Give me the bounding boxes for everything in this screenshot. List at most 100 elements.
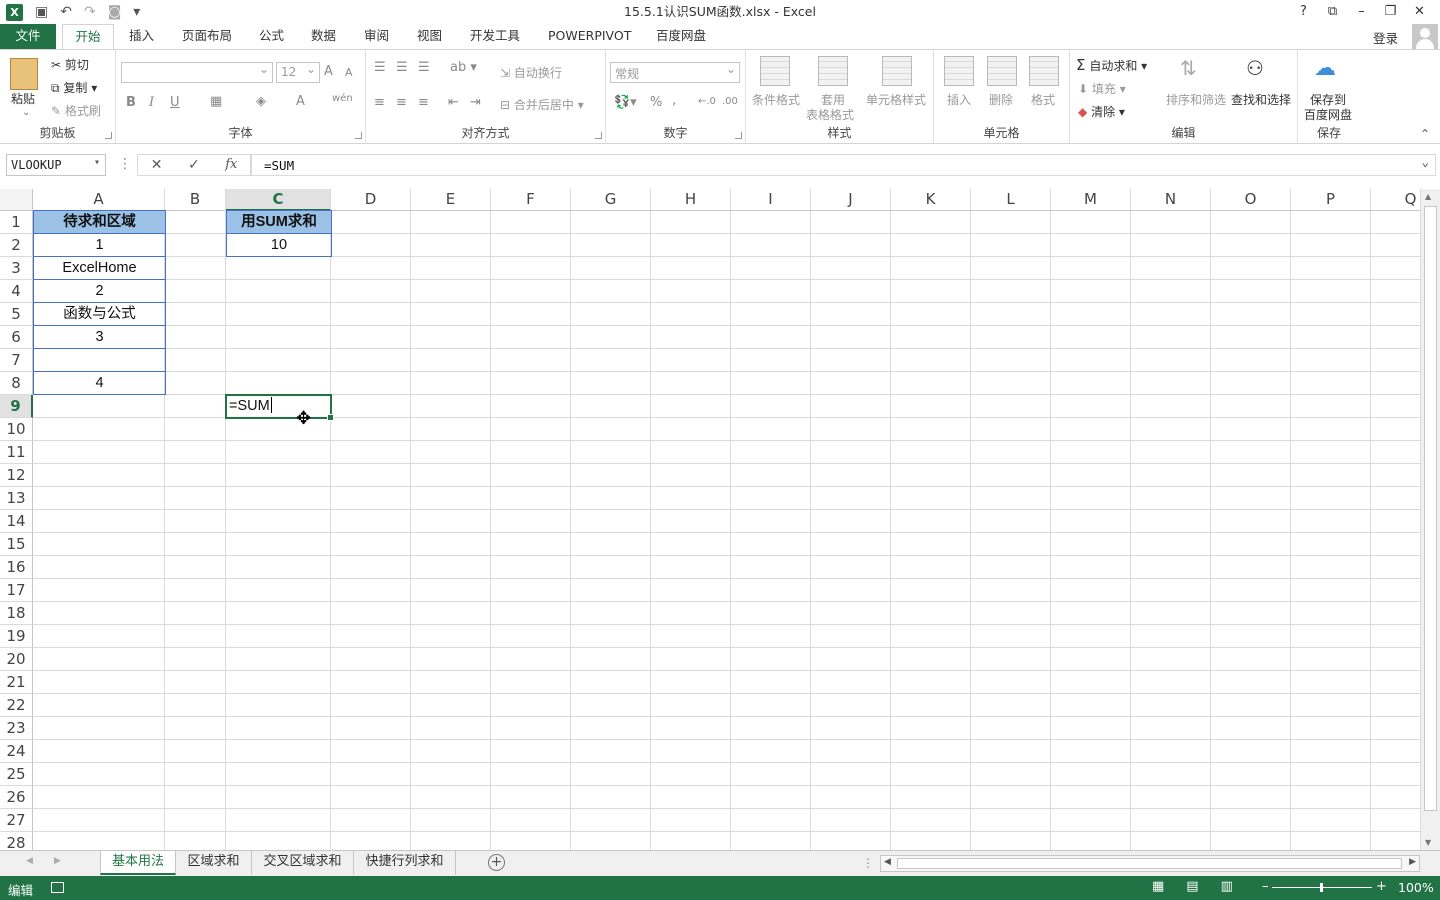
row-header-5[interactable]: 5 [0, 303, 33, 326]
tab-review[interactable]: 审阅 [364, 24, 389, 49]
minimize-icon[interactable]: – [1347, 0, 1376, 24]
paste-icon[interactable] [10, 58, 38, 90]
clear-button[interactable]: ◆ 清除 ▾ [1078, 103, 1125, 120]
sheet-tab-basic-usage[interactable]: 基本用法 [100, 851, 176, 875]
align-center-icon[interactable]: ≡ [396, 95, 407, 110]
camera-icon[interactable]: ◙ [108, 4, 122, 20]
row-header-21[interactable]: 21 [0, 671, 33, 694]
sheet-tab-quick-sum[interactable]: 快捷行列求和 [354, 851, 456, 875]
baidu-cloud-icon[interactable]: ☁ [1314, 56, 1344, 86]
font-name-combo[interactable] [121, 62, 273, 83]
font-size-combo[interactable]: 12 [276, 62, 320, 83]
italic-button[interactable]: I [149, 95, 154, 110]
tab-page-layout[interactable]: 页面布局 [182, 24, 232, 49]
row-header-15[interactable]: 15 [0, 533, 33, 556]
enter-icon[interactable]: ✓ [175, 155, 212, 175]
scroll-down-icon[interactable]: ▼ [1425, 838, 1431, 847]
underline-button[interactable]: U [170, 95, 180, 110]
column-header-o[interactable]: O [1211, 189, 1291, 211]
dialog-launcher-icon[interactable] [595, 132, 602, 139]
align-bottom-icon[interactable]: ☰ [418, 60, 430, 75]
active-cell-c9[interactable]: =SUM [225, 394, 334, 421]
row-header-17[interactable]: 17 [0, 579, 33, 602]
cell-styles-icon[interactable] [882, 56, 912, 86]
row-header-1[interactable]: 1 [0, 211, 33, 234]
cell-c1[interactable]: 用SUM求和 [226, 210, 332, 234]
conditional-format-icon[interactable] [760, 56, 790, 86]
row-header-12[interactable]: 12 [0, 464, 33, 487]
tab-developer[interactable]: 开发工具 [470, 24, 520, 49]
column-header-n[interactable]: N [1131, 189, 1211, 211]
save-icon[interactable]: ▣ [35, 4, 48, 20]
sheet-tab-range-sum[interactable]: 区域求和 [176, 851, 252, 875]
cut-button[interactable]: ✂ 剪切 [51, 56, 89, 73]
row-header-8[interactable]: 8 [0, 372, 33, 395]
tab-view[interactable]: 视图 [417, 24, 442, 49]
cell-a1[interactable]: 待求和区域 [33, 210, 166, 234]
row-header-2[interactable]: 2 [0, 234, 33, 257]
borders-icon[interactable]: ▦ [210, 94, 222, 109]
horizontal-scroll-thumb[interactable] [897, 858, 1402, 869]
row-header-3[interactable]: 3 [0, 257, 33, 280]
tab-file[interactable]: 文件 [0, 24, 56, 49]
column-header-b[interactable]: B [165, 189, 226, 211]
column-header-d[interactable]: D [331, 189, 411, 211]
autosum-button[interactable]: Σ 自动求和 ▾ [1076, 56, 1147, 74]
add-sheet-icon[interactable]: + [488, 854, 505, 871]
grow-font-icon[interactable]: A [324, 64, 333, 79]
page-break-view-icon[interactable]: ▥ [1221, 879, 1233, 894]
row-header-6[interactable]: 6 [0, 326, 33, 349]
ribbon-display-icon[interactable]: ⧉ [1318, 0, 1347, 24]
macro-record-icon[interactable] [51, 882, 64, 893]
paste-button[interactable]: 粘贴 [11, 90, 35, 107]
table-format-label[interactable]: 表格格式 [806, 106, 854, 123]
column-header-i[interactable]: I [731, 189, 811, 211]
conditional-format-button[interactable]: 条件格式 [752, 91, 800, 108]
tab-formulas[interactable]: 公式 [259, 24, 284, 49]
row-header-9[interactable]: 9 [0, 395, 33, 418]
column-header-e[interactable]: E [411, 189, 491, 211]
normal-view-icon[interactable]: ▦ [1152, 879, 1164, 894]
number-format-combo[interactable]: 常规 [610, 62, 740, 83]
cell-a2[interactable]: 1 [33, 233, 166, 257]
close-icon[interactable]: ✕ [1405, 0, 1434, 24]
merge-center-button[interactable]: ⊟ 合并后居中 ▾ [500, 96, 584, 113]
column-header-f[interactable]: F [491, 189, 571, 211]
cell-styles-button[interactable]: 单元格样式 [866, 91, 926, 108]
login-link[interactable]: 登录 [1373, 28, 1398, 47]
tab-baidu-netdisk[interactable]: 百度网盘 [656, 24, 706, 49]
column-header-k[interactable]: K [891, 189, 971, 211]
row-header-18[interactable]: 18 [0, 602, 33, 625]
redo-icon[interactable]: ↷ [84, 4, 96, 20]
cell-a8[interactable]: 4 [33, 371, 166, 395]
column-header-q[interactable]: Q [1371, 189, 1420, 211]
customize-qat-icon[interactable]: ▾ [133, 4, 140, 20]
font-color-icon[interactable]: A [296, 94, 305, 109]
select-all-corner[interactable] [0, 189, 33, 211]
insert-function-icon[interactable]: fx [213, 155, 250, 175]
fill-color-icon[interactable]: ◈ [256, 94, 266, 109]
cell-a7[interactable] [33, 348, 166, 372]
row-header-10[interactable]: 10 [0, 418, 33, 441]
align-middle-icon[interactable]: ☰ [396, 60, 408, 75]
help-icon[interactable]: ? [1289, 0, 1318, 24]
row-header-13[interactable]: 13 [0, 487, 33, 510]
tab-home[interactable]: 开始 [62, 24, 114, 50]
accounting-format-icon[interactable]: 💱▾ [614, 95, 637, 110]
insert-cells-icon[interactable] [944, 56, 974, 86]
cell-a4[interactable]: 2 [33, 279, 166, 303]
bold-button[interactable]: B [126, 95, 136, 110]
zoom-slider-handle[interactable] [1320, 883, 1323, 892]
increase-decimal-icon[interactable]: ←.0 [698, 96, 716, 107]
row-header-22[interactable]: 22 [0, 694, 33, 717]
column-header-c[interactable]: C [226, 189, 331, 211]
column-header-g[interactable]: G [571, 189, 651, 211]
column-header-p[interactable]: P [1291, 189, 1371, 211]
shrink-font-icon[interactable]: A [345, 66, 353, 79]
align-top-icon[interactable]: ☰ [374, 60, 386, 75]
next-sheet-icon[interactable]: ▶ [54, 856, 61, 866]
restore-icon[interactable]: ❐ [1376, 0, 1405, 24]
align-right-icon[interactable]: ≡ [418, 95, 429, 110]
cell-a6[interactable]: 3 [33, 325, 166, 349]
column-header-m[interactable]: M [1051, 189, 1131, 211]
